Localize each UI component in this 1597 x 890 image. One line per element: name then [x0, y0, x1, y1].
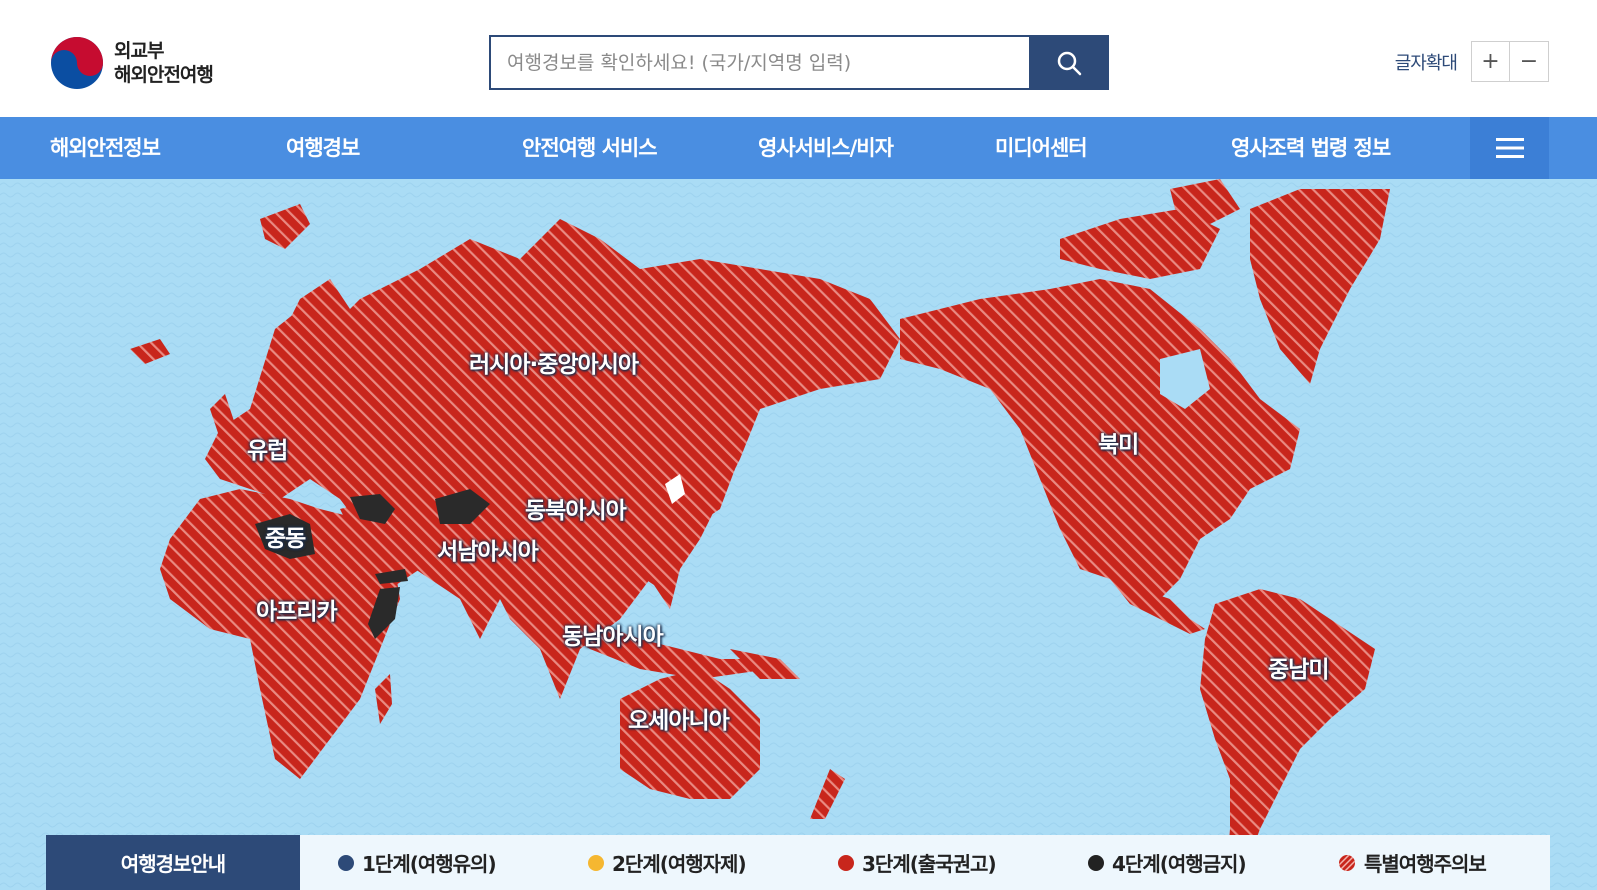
legend-level3: 3단계(출국권고) — [838, 835, 997, 890]
nav-item-safe-travel-service[interactable]: 안전여행 서비스 — [522, 117, 658, 179]
legend-special-label: 특별여행주의보 — [1364, 852, 1487, 876]
main-nav: 해외안전정보 여행경보 안전여행 서비스 영사서비스/비자 미디어센터 영사조력… — [0, 117, 1597, 179]
nav-item-overseas-safety[interactable]: 해외안전정보 — [50, 117, 161, 179]
region-russia-central-asia[interactable]: 러시아·중앙아시아 — [469, 345, 639, 379]
font-size-label: 글자확대 — [1394, 52, 1458, 74]
hamburger-icon — [1495, 138, 1524, 158]
logo[interactable]: 외교부 해외안전여행 — [50, 36, 214, 90]
legend-level1-label: 1단계(여행유의) — [362, 852, 497, 876]
level4-dot-icon — [1088, 854, 1104, 871]
region-oceania[interactable]: 오세아니아 — [628, 701, 730, 735]
font-increase-button[interactable]: + — [1471, 41, 1510, 82]
font-decrease-button[interactable]: − — [1510, 41, 1549, 82]
logo-text: 외교부 해외안전여행 — [114, 39, 214, 87]
region-middle-east[interactable]: 중동 — [265, 519, 306, 553]
nav-item-media-center[interactable]: 미디어센터 — [995, 117, 1088, 179]
region-northeast-asia[interactable]: 동북아시아 — [525, 491, 627, 525]
region-europe[interactable]: 유럽 — [247, 431, 288, 465]
header: 외교부 해외안전여행 글자확대 + − — [0, 0, 1597, 117]
legend-title: 여행경보안내 — [46, 835, 300, 890]
font-size-controls: 글자확대 + − — [1395, 41, 1549, 82]
search-button[interactable] — [1029, 35, 1109, 90]
legend-level4: 4단계(여행금지) — [1088, 835, 1247, 890]
region-africa[interactable]: 아프리카 — [256, 592, 338, 626]
legend-level4-label: 4단계(여행금지) — [1112, 852, 1247, 876]
level1-dot-icon — [338, 854, 354, 871]
world-map-svg — [0, 179, 1597, 890]
logo-line2: 해외안전여행 — [114, 64, 214, 86]
level2-dot-icon — [588, 854, 604, 871]
search-bar — [489, 35, 1109, 90]
plus-icon: + — [1481, 49, 1500, 74]
legend-level1: 1단계(여행유의) — [338, 835, 497, 890]
world-map: 러시아·중앙아시아 유럽 중동 아프리카 서남아시아 동북아시아 동남아시아 오… — [0, 179, 1597, 890]
logo-line1: 외교부 — [114, 40, 164, 62]
legend-level2: 2단계(여행자제) — [588, 835, 747, 890]
nav-item-travel-alert[interactable]: 여행경보 — [286, 117, 360, 179]
search-input[interactable] — [489, 35, 1030, 90]
region-southeast-asia[interactable]: 동남아시아 — [562, 617, 664, 651]
alert-legend: 여행경보안내 1단계(여행유의) 2단계(여행자제) 3단계(출국권고) 4단계… — [46, 835, 1550, 890]
nav-item-consular-visa[interactable]: 영사서비스/비자 — [758, 117, 894, 179]
taegeuk-emblem-icon — [51, 37, 103, 89]
region-southwest-asia[interactable]: 서남아시아 — [437, 532, 539, 566]
search-icon — [1057, 51, 1082, 75]
legend-special: 특별여행주의보 — [1338, 835, 1487, 890]
level3-dot-icon — [838, 854, 854, 871]
legend-level3-label: 3단계(출국권고) — [862, 852, 997, 876]
menu-button[interactable] — [1470, 117, 1549, 179]
legend-level2-label: 2단계(여행자제) — [612, 852, 747, 876]
minus-icon: − — [1519, 49, 1539, 74]
region-north-america[interactable]: 북미 — [1098, 425, 1139, 459]
nav-item-consular-law[interactable]: 영사조력 법령 정보 — [1231, 117, 1391, 179]
region-latin-america[interactable]: 중남미 — [1268, 650, 1329, 684]
special-hatch-icon — [1339, 854, 1355, 871]
